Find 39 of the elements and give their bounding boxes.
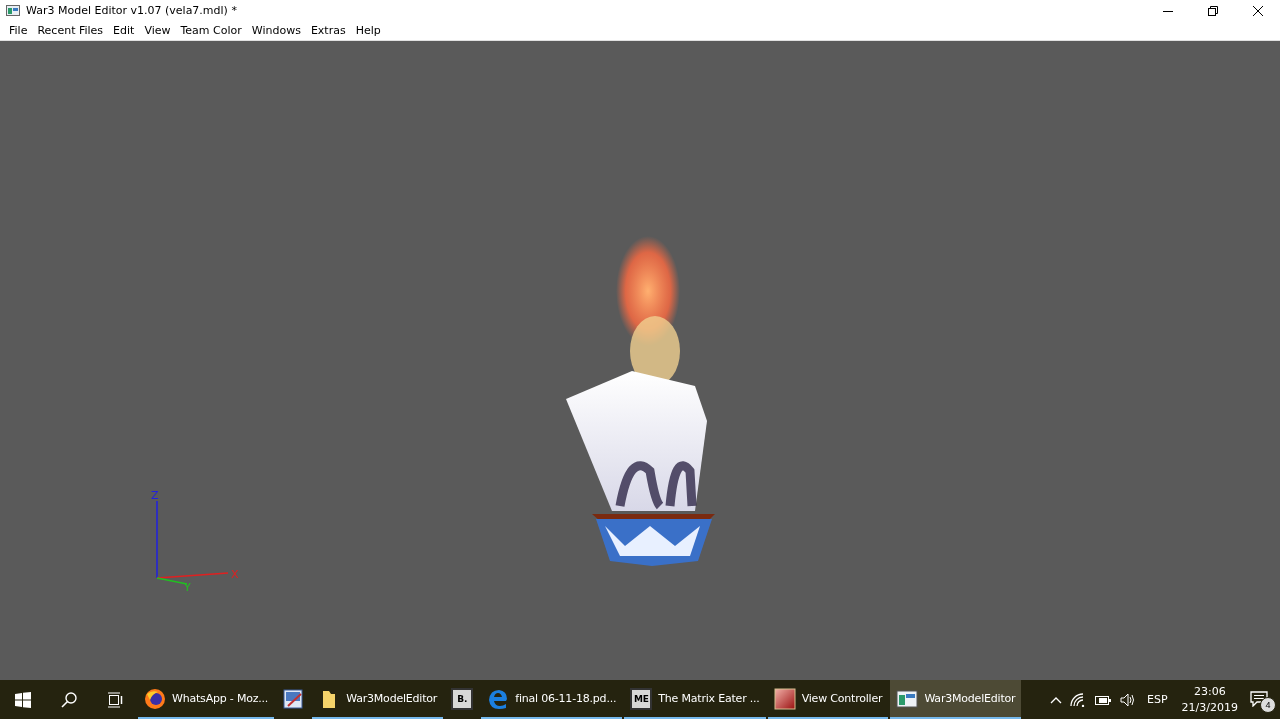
- close-icon: [1252, 5, 1263, 16]
- taskbar-app[interactable]: War3ModelEditor: [890, 680, 1022, 719]
- chevron-up-icon: [1050, 695, 1062, 704]
- app-logo-icon: B.: [451, 687, 474, 710]
- restore-icon: [1207, 5, 1218, 16]
- z-axis-label: Z: [151, 489, 159, 502]
- notifications-button[interactable]: 4: [1246, 684, 1276, 715]
- search-icon: [61, 691, 77, 708]
- fox-globe-icon: [144, 687, 166, 710]
- wifi-icon: [1070, 692, 1086, 707]
- message-icon: [1250, 690, 1268, 707]
- language-indicator[interactable]: ESP: [1141, 693, 1174, 706]
- app-icon: [6, 5, 20, 16]
- taskbar-app[interactable]: War3ModelEditor: [312, 680, 444, 719]
- taskbar-app[interactable]: ME The Matrix Eater ...: [624, 680, 766, 719]
- x-axis-label: X: [231, 568, 239, 581]
- menu-item[interactable]: Windows: [246, 24, 306, 37]
- window-title: War3 Model Editor v1.07 (vela7.mdl) *: [26, 4, 238, 17]
- window-icon: [896, 687, 919, 710]
- gradient-square-icon: [773, 687, 796, 710]
- battery-icon: [1094, 693, 1112, 706]
- menu-item[interactable]: Extras: [305, 24, 351, 37]
- task-view-icon: [107, 691, 123, 708]
- menu-item[interactable]: File: [4, 24, 33, 37]
- menu-item[interactable]: Edit: [108, 24, 140, 37]
- taskbar-app[interactable]: final 06-11-18.pd...: [481, 680, 623, 719]
- e-browser-icon: [487, 687, 510, 710]
- taskbar-app[interactable]: WhatsApp - Moz...: [138, 680, 275, 719]
- windows-logo-icon: [15, 691, 31, 708]
- speaker-icon: [1120, 692, 1136, 707]
- menu-item[interactable]: View: [139, 24, 176, 37]
- image-editor-icon: [282, 687, 305, 710]
- menu-item[interactable]: Team Color: [175, 24, 247, 37]
- taskbar-app[interactable]: View Controller: [767, 680, 889, 719]
- clock[interactable]: 23:06 21/3/2019: [1175, 683, 1244, 716]
- menu-item[interactable]: Help: [350, 24, 386, 37]
- menu-item[interactable]: Recent Files: [32, 24, 109, 37]
- app-logo-icon: ME: [630, 687, 653, 710]
- taskbar-app[interactable]: B.: [445, 680, 480, 719]
